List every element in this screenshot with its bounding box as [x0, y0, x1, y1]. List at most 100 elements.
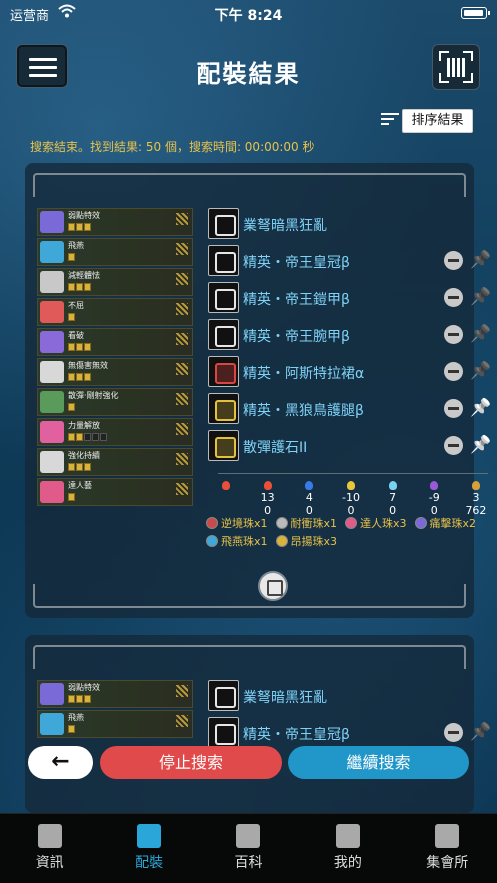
skill-name: 無傷害無效 [68, 361, 108, 370]
skill-bar-decoration [176, 423, 188, 435]
equipment-name[interactable]: 業弩暗黑狂亂 [243, 687, 327, 707]
exclude-icon[interactable] [444, 362, 463, 381]
qr-scan-button[interactable] [432, 44, 480, 90]
equipment-list: 業弩暗黑狂亂精英・帝王皇冠β 📌 [208, 680, 494, 754]
stat-column: 13 0 [250, 481, 286, 517]
skill-name: 弱點特效 [68, 683, 100, 692]
decoration-icon [206, 535, 218, 547]
tab-gate[interactable]: 資訊 [0, 814, 99, 883]
equipment-row[interactable]: 業弩暗黑狂亂 [208, 680, 494, 712]
card-frame-bottom [33, 584, 466, 608]
equipment-row[interactable]: 精英・帝王鎧甲β 📌 [208, 282, 494, 314]
skill-name: 弱點特效 [68, 211, 100, 220]
back-button[interactable]: ← [28, 746, 93, 779]
sort-results-button[interactable]: 排序結果 [402, 109, 473, 133]
equipment-row[interactable]: 業弩暗黑狂亂 [208, 208, 494, 240]
tab-profile[interactable]: 我的 [298, 814, 397, 883]
equipment-row[interactable]: 精英・帝王腕甲β 📌 [208, 319, 494, 351]
stat-column [208, 481, 244, 517]
exclude-icon[interactable] [444, 251, 463, 270]
exclude-icon[interactable] [444, 288, 463, 307]
stat-value: 7 [389, 491, 397, 504]
equipment-name[interactable]: 精英・帝王腕甲β [243, 326, 350, 346]
pin-icon[interactable]: 📌 [470, 720, 492, 744]
exclude-icon[interactable] [444, 399, 463, 418]
skill-name: 看破 [68, 331, 84, 340]
gathering-hub-icon [435, 824, 460, 848]
skill-row: 散彈‧剛射強化 [37, 388, 193, 416]
decoration-icon [206, 517, 218, 529]
water-res-icon [305, 481, 314, 490]
decoration-name: 達人珠x3 [360, 517, 407, 530]
exclude-icon[interactable] [444, 723, 463, 742]
equipment-name[interactable]: 精英・阿斯特拉裙α [243, 363, 364, 383]
fire-res-icon [263, 481, 272, 490]
skill-level [68, 493, 75, 501]
chest-armor-icon [208, 282, 239, 313]
exclude-icon[interactable] [444, 436, 463, 455]
skill-name: 不屈 [68, 301, 84, 310]
stat-column: -10 0 [333, 481, 369, 517]
pin-icon[interactable]: 📌 [470, 396, 492, 420]
tab-label: 我的 [333, 855, 362, 871]
skill-bar-decoration [176, 303, 188, 315]
clock: 下午 8:24 [214, 8, 283, 24]
tab-gathering-hub[interactable]: 集會所 [398, 814, 497, 883]
decoration-item: 逆境珠x1 [206, 515, 268, 531]
equipment-row[interactable]: 精英・帝王皇冠β 📌 [208, 717, 494, 749]
skill-row: 強化持續 [37, 448, 193, 476]
equipment-name[interactable]: 精英・帝王鎧甲β [243, 289, 350, 309]
bowgun-icon [208, 680, 239, 711]
arm-armor-icon [208, 319, 239, 350]
skill-icon [40, 211, 64, 233]
save-set-button[interactable] [258, 571, 288, 601]
skill-row: 達人藝 [37, 478, 193, 506]
card-frame-top [33, 173, 466, 197]
exclude-icon[interactable] [444, 325, 463, 344]
decoration-icon [345, 517, 358, 529]
pin-icon[interactable]: 📌 [470, 248, 492, 272]
stop-search-button[interactable]: 停止搜索 [100, 746, 282, 779]
equipment-name[interactable]: 精英・帝王皇冠β [243, 724, 350, 744]
skill-row: 看破 [37, 328, 193, 356]
equipment-name[interactable]: 散彈護石II [243, 437, 307, 457]
tab-encyclopedia[interactable]: 百科 [199, 814, 298, 883]
skill-name: 飛燕 [68, 713, 84, 722]
continue-search-button[interactable]: 繼續搜索 [288, 746, 469, 779]
tab-armor-set[interactable]: 配裝 [99, 814, 198, 883]
card-frame-top [33, 645, 466, 669]
pin-icon[interactable]: 📌 [470, 322, 492, 346]
equipment-name[interactable]: 精英・帝王皇冠β [243, 252, 350, 272]
tab-label: 配裝 [135, 855, 164, 871]
skill-level [68, 343, 91, 351]
pin-icon[interactable]: 📌 [470, 359, 492, 383]
skill-row: 無傷害無效 [37, 358, 193, 386]
skill-bar-decoration [176, 273, 188, 285]
pin-icon[interactable]: 📌 [470, 433, 492, 457]
equipment-name[interactable]: 精英・黑狼鳥護腿β [243, 400, 364, 420]
tab-label: 百科 [234, 855, 263, 871]
fire-icon [222, 481, 230, 490]
decoration-name: 飛燕珠x1 [221, 535, 268, 548]
skill-row: 不屈 [37, 298, 193, 326]
sort-icon[interactable] [381, 112, 399, 126]
divider [218, 473, 488, 474]
equipment-row[interactable]: 精英・阿斯特拉裙α 📌 [208, 356, 494, 388]
skill-icon [40, 683, 64, 705]
equipment-row[interactable]: 精英・黑狼鳥護腿β 📌 [208, 393, 494, 425]
skill-level [68, 403, 75, 411]
gate-icon [37, 824, 62, 848]
equipment-row[interactable]: 散彈護石II 📌 [208, 430, 494, 462]
skill-row: 力量解放 [37, 418, 193, 446]
profile-icon [335, 824, 360, 848]
decoration-item: 飛燕珠x1 [206, 533, 268, 549]
skill-row: 弱點特效 [37, 208, 193, 236]
skill-name: 減輕體怯 [68, 271, 100, 280]
equipment-name[interactable]: 業弩暗黑狂亂 [243, 215, 327, 235]
pin-icon[interactable]: 📌 [470, 285, 492, 309]
equipment-row[interactable]: 精英・帝王皇冠β 📌 [208, 245, 494, 277]
stat-column: 3 762 [458, 481, 494, 517]
skill-icon [40, 713, 64, 735]
decoration-icon [275, 535, 288, 547]
search-status-text: 搜索結束。找到結果: 50 個，搜索時間: 00:00:00 秒 [30, 140, 315, 154]
